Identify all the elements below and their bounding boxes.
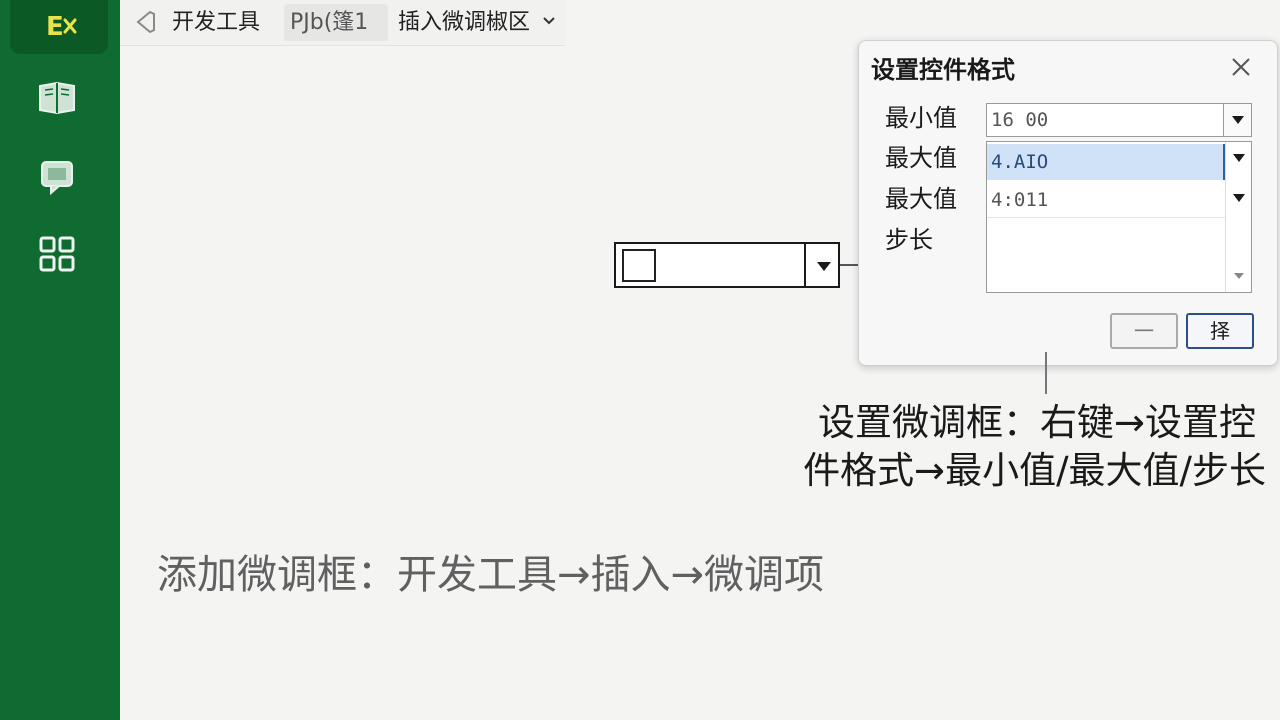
tab-developer-tools[interactable]: 开发工具 bbox=[172, 9, 260, 37]
scroll-down-icon[interactable] bbox=[1233, 154, 1245, 163]
spin-control[interactable] bbox=[614, 242, 840, 288]
excel-logo-icon: E bbox=[46, 12, 77, 42]
dropdown-arrow-icon bbox=[1232, 116, 1244, 124]
spin-control-divider bbox=[804, 244, 806, 286]
scroll-down-icon[interactable] bbox=[1233, 272, 1245, 281]
caption-set-spinner-line1: 设置微调框：右键→设置控 bbox=[817, 401, 1256, 444]
min-value-text: 16 00 bbox=[991, 109, 1049, 131]
tab-sheet[interactable]: PJb(篷1 bbox=[284, 4, 388, 41]
spin-control-box bbox=[622, 249, 656, 282]
min-value-label: 最小值 bbox=[885, 104, 957, 132]
min-value-dropdown-button[interactable] bbox=[1223, 104, 1251, 136]
connector-line bbox=[1045, 352, 1047, 394]
max-value-text: 4.AIO bbox=[991, 151, 1049, 173]
svg-text:E: E bbox=[46, 12, 64, 42]
step-label: 步长 bbox=[885, 226, 933, 254]
list-item-selected[interactable]: 4.AIO bbox=[987, 144, 1225, 180]
caption-add-spinner: 添加微调框：开发工具→插入→微调项 bbox=[157, 552, 825, 598]
app-logo[interactable]: E bbox=[10, 0, 108, 54]
chevron-down-icon[interactable] bbox=[542, 16, 556, 26]
value-listbox[interactable]: 4.AIO 4:011 bbox=[986, 141, 1252, 293]
scroll-down-icon[interactable] bbox=[1233, 194, 1245, 203]
shape-icon[interactable] bbox=[134, 9, 158, 35]
list-item[interactable]: 4:011 bbox=[987, 182, 1225, 218]
sidebar-item-comment[interactable] bbox=[37, 156, 77, 196]
book-icon bbox=[39, 81, 75, 115]
format-control-dialog: 设置控件格式 最小值 最大值 最大值 步长 16 00 4.AIO 4:011 bbox=[858, 40, 1278, 366]
connector-line bbox=[840, 264, 860, 266]
max-value-text-2: 4:011 bbox=[991, 189, 1049, 211]
listbox-scrollbar[interactable] bbox=[1225, 142, 1251, 292]
sidebar-item-book[interactable] bbox=[37, 78, 77, 118]
sidebar-item-apps[interactable] bbox=[37, 234, 77, 274]
max-value-label: 最大值 bbox=[885, 144, 957, 172]
comment-icon bbox=[41, 161, 73, 196]
close-icon[interactable] bbox=[1229, 55, 1253, 79]
cancel-button[interactable]: 一 bbox=[1110, 313, 1178, 349]
ok-button[interactable]: 择 bbox=[1186, 313, 1254, 349]
ribbon-toolbar: 开发工具 PJb(篷1 插入微调椒区 bbox=[120, 0, 565, 46]
caption-set-spinner-line2: 件格式→最小值/最大值/步长 bbox=[803, 449, 1266, 492]
app-sidebar: E bbox=[0, 0, 120, 720]
max-value-label-2: 最大值 bbox=[885, 185, 957, 213]
dialog-title: 设置控件格式 bbox=[871, 56, 1015, 84]
dropdown-arrow-icon[interactable] bbox=[816, 260, 832, 272]
grid-icon bbox=[39, 236, 75, 272]
min-value-field[interactable]: 16 00 bbox=[986, 103, 1252, 137]
tab-insert-spinner[interactable]: 插入微调椒区 bbox=[398, 9, 530, 37]
